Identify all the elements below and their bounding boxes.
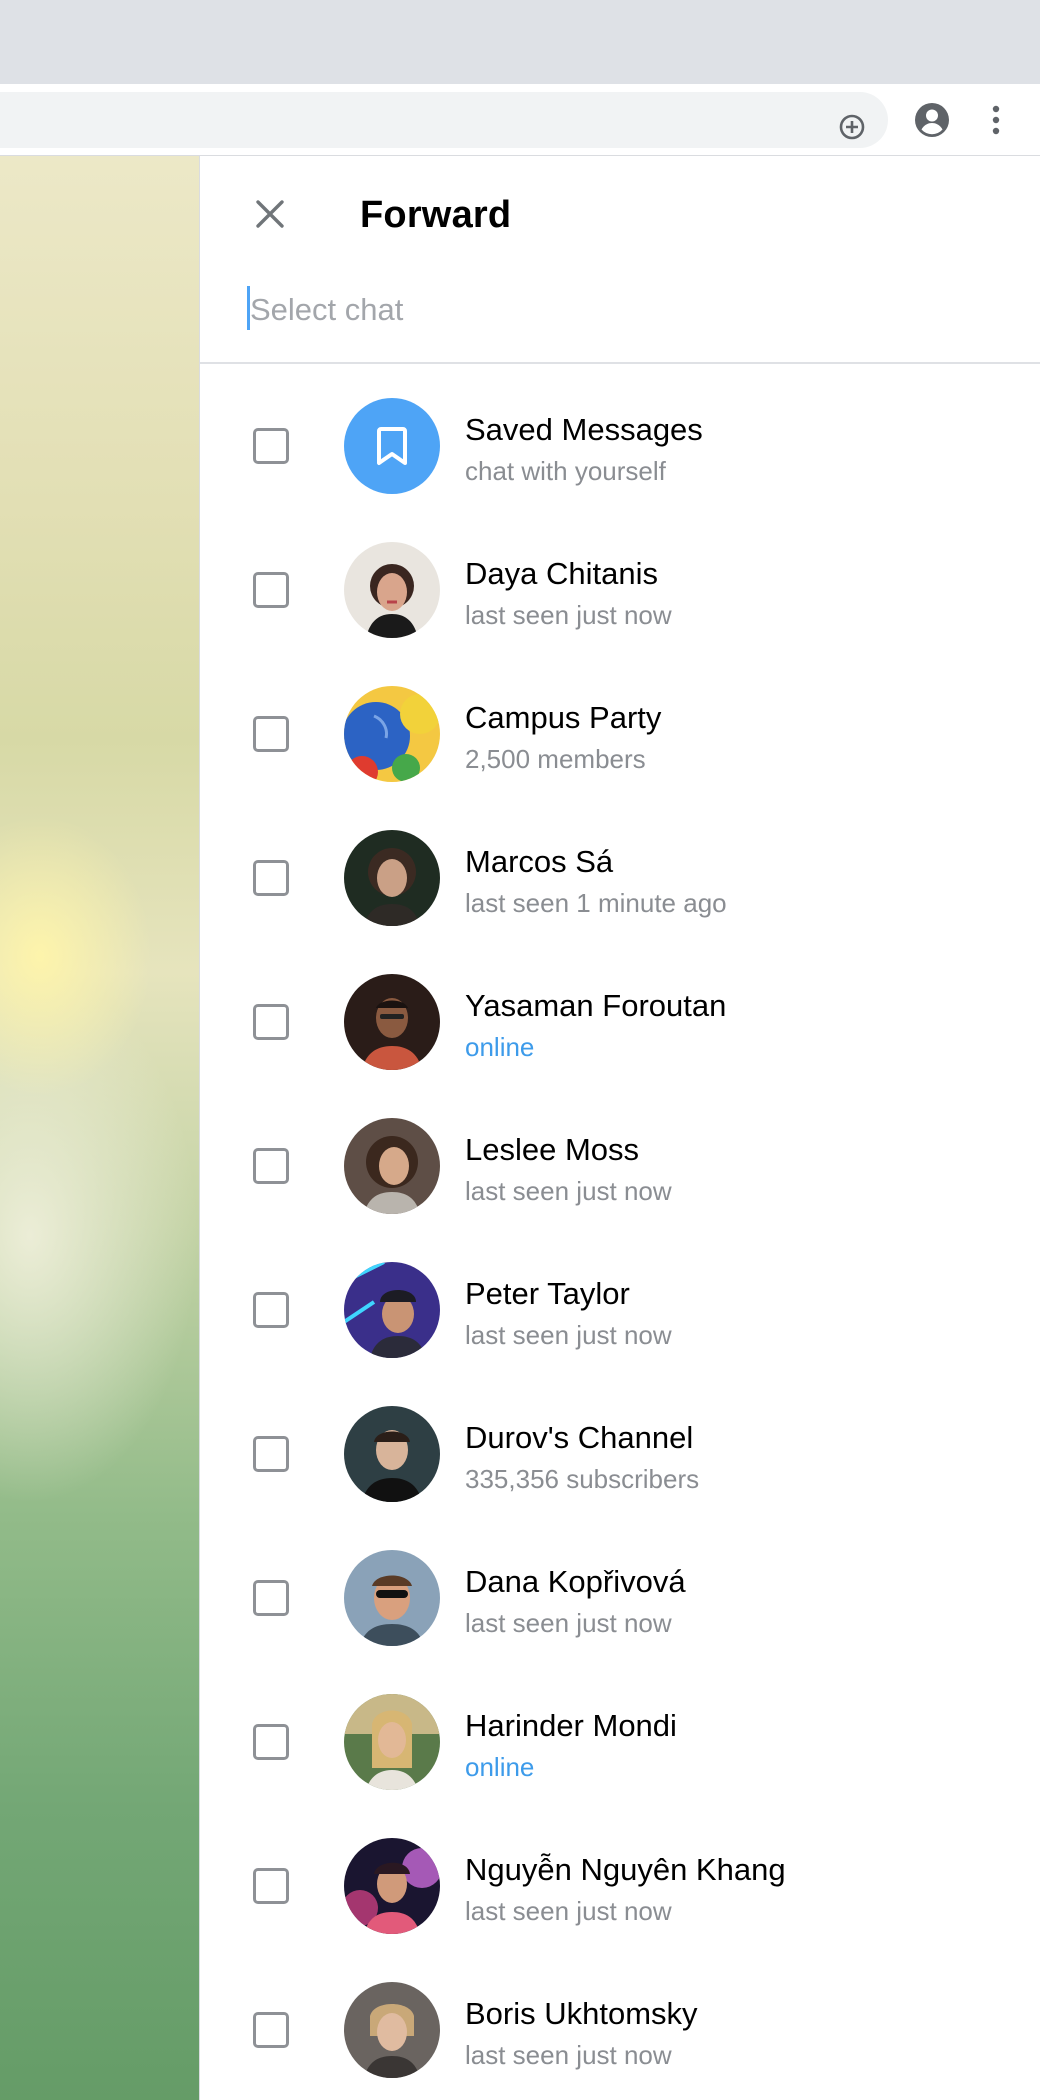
chat-name: Durov's Channel xyxy=(465,1420,694,1455)
avatar xyxy=(344,1118,440,1214)
select-checkbox[interactable] xyxy=(253,1004,289,1040)
chat-status: chat with yourself xyxy=(465,456,666,486)
list-item[interactable]: Durov's Channel 335,356 subscribers xyxy=(200,1382,1040,1526)
bookmark-icon xyxy=(377,427,407,465)
browser-tab-strip xyxy=(0,0,1040,84)
list-item[interactable]: Dana Kopřivová last seen just now xyxy=(200,1526,1040,1670)
browser-toolbar xyxy=(0,84,1040,156)
chat-status: last seen just now xyxy=(465,1608,672,1638)
select-checkbox[interactable] xyxy=(253,860,289,896)
avatar xyxy=(344,686,440,782)
forward-panel: Forward Saved Messages chat with yoursel… xyxy=(200,156,1040,2100)
chat-name: Yasaman Foroutan xyxy=(465,988,727,1023)
list-item[interactable]: Yasaman Foroutan online xyxy=(200,950,1040,1094)
chat-status: online xyxy=(465,1752,535,1782)
select-checkbox[interactable] xyxy=(253,1580,289,1616)
select-checkbox[interactable] xyxy=(253,1148,289,1184)
chat-status: last seen just now xyxy=(465,1176,672,1206)
select-checkbox[interactable] xyxy=(253,2012,289,2048)
account-circle-icon[interactable] xyxy=(912,100,952,140)
select-checkbox[interactable] xyxy=(253,1868,289,1904)
chat-name: Peter Taylor xyxy=(465,1276,630,1311)
chat-name: Dana Kopřivová xyxy=(465,1564,686,1599)
list-item[interactable]: Daya Chitanis last seen just now xyxy=(200,518,1040,662)
chat-name: Daya Chitanis xyxy=(465,556,658,591)
chat-name: Nguyễn Nguyên Khang xyxy=(465,1852,786,1887)
avatar xyxy=(344,1406,440,1502)
close-icon[interactable] xyxy=(246,190,294,238)
chat-wallpaper xyxy=(0,156,199,2100)
select-checkbox[interactable] xyxy=(253,572,289,608)
panel-title: Forward xyxy=(360,194,512,236)
select-chat-input[interactable] xyxy=(246,282,1006,338)
list-item[interactable]: Marcos Sá last seen 1 minute ago xyxy=(200,806,1040,950)
list-item[interactable]: Saved Messages chat with yourself xyxy=(200,374,1040,518)
chat-list: Saved Messages chat with yourself Daya C… xyxy=(200,374,1040,2100)
avatar xyxy=(344,1550,440,1646)
select-checkbox[interactable] xyxy=(253,1436,289,1472)
avatar xyxy=(344,974,440,1070)
avatar-saved-messages xyxy=(344,398,440,494)
chat-name: Saved Messages xyxy=(465,412,703,447)
list-item[interactable]: Campus Party 2,500 members xyxy=(200,662,1040,806)
list-item[interactable]: Boris Ukhtomsky last seen just now xyxy=(200,1958,1040,2100)
chat-status: 335,356 subscribers xyxy=(465,1464,700,1494)
avatar xyxy=(344,1838,440,1934)
avatar xyxy=(344,830,440,926)
more-vert-icon[interactable] xyxy=(976,100,1016,140)
chat-name: Boris Ukhtomsky xyxy=(465,1996,698,2031)
chat-status: last seen just now xyxy=(465,600,672,630)
plus-circle-icon[interactable] xyxy=(836,111,868,143)
avatar xyxy=(344,1262,440,1358)
list-item[interactable]: Harinder Mondi online xyxy=(200,1670,1040,1814)
select-checkbox[interactable] xyxy=(253,428,289,464)
avatar xyxy=(344,1694,440,1790)
address-bar[interactable] xyxy=(0,92,888,148)
chat-name: Leslee Moss xyxy=(465,1132,640,1167)
text-caret xyxy=(247,286,250,330)
list-item[interactable]: Leslee Moss last seen just now xyxy=(200,1094,1040,1238)
chat-status: last seen just now xyxy=(465,1320,672,1350)
chat-name: Harinder Mondi xyxy=(465,1708,677,1743)
chat-status: 2,500 members xyxy=(465,744,646,774)
avatar xyxy=(344,542,440,638)
chat-status: last seen 1 minute ago xyxy=(465,888,727,918)
chat-name: Campus Party xyxy=(465,700,662,735)
select-checkbox[interactable] xyxy=(253,1292,289,1328)
chat-name: Marcos Sá xyxy=(465,844,614,879)
chat-status: online xyxy=(465,1032,535,1062)
select-checkbox[interactable] xyxy=(253,1724,289,1760)
forward-header: Forward xyxy=(200,156,1040,364)
chat-status: last seen just now xyxy=(465,1896,672,1926)
select-checkbox[interactable] xyxy=(253,716,289,752)
list-item[interactable]: Peter Taylor last seen just now xyxy=(200,1238,1040,1382)
avatar xyxy=(344,1982,440,2078)
chat-status: last seen just now xyxy=(465,2040,672,2070)
list-item[interactable]: Nguyễn Nguyên Khang last seen just now xyxy=(200,1814,1040,1958)
